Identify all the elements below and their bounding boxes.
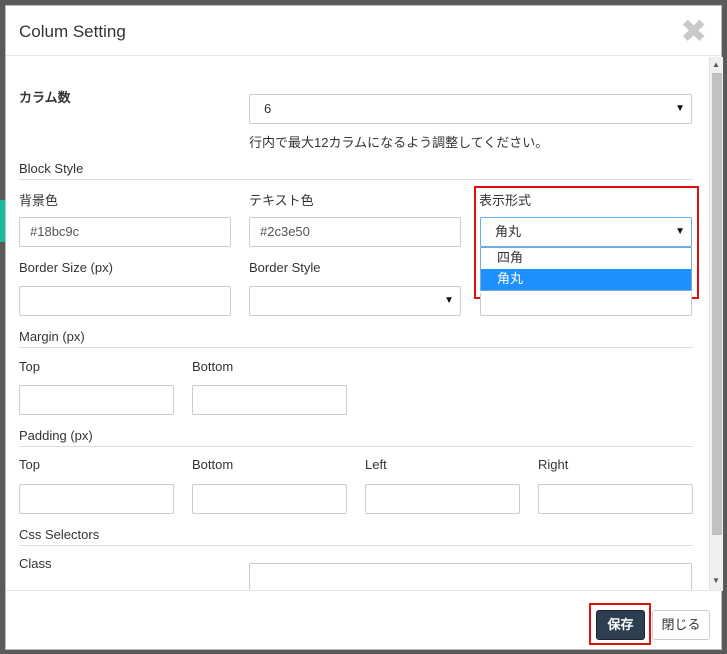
columns-select-value: 6 bbox=[264, 101, 272, 116]
highlight-box-save bbox=[589, 603, 651, 645]
divider bbox=[19, 347, 693, 348]
class-input[interactable] bbox=[249, 563, 692, 590]
columns-select[interactable]: 6 ▼ bbox=[249, 94, 692, 124]
padding-top-label: Top bbox=[19, 457, 40, 472]
scrollbar-thumb[interactable] bbox=[712, 73, 722, 535]
margin-top-input[interactable] bbox=[19, 385, 174, 415]
modal-title: Colum Setting bbox=[19, 22, 126, 41]
scroll-down-arrow-icon[interactable]: ▼ bbox=[712, 576, 720, 585]
text-color-input[interactable]: #2c3e50 bbox=[249, 217, 461, 247]
margin-top-label: Top bbox=[19, 359, 40, 374]
padding-bottom-input[interactable] bbox=[192, 484, 347, 514]
columns-help-text: 行内で最大12カラムになるよう調整してください。 bbox=[249, 135, 549, 150]
padding-bottom-label: Bottom bbox=[192, 457, 234, 472]
close-icon[interactable]: ✖ bbox=[680, 15, 707, 47]
padding-right-label: Right bbox=[538, 457, 569, 472]
padding-left-input[interactable] bbox=[365, 484, 520, 514]
bg-color-label: 背景色 bbox=[19, 193, 59, 208]
divider bbox=[19, 545, 693, 546]
chevron-down-icon: ▼ bbox=[444, 295, 454, 306]
highlight-box-display-style bbox=[474, 186, 699, 299]
chevron-down-icon: ▼ bbox=[675, 103, 685, 114]
padding-right-input[interactable] bbox=[538, 484, 693, 514]
margin-heading: Margin (px) bbox=[19, 329, 85, 344]
scroll-up-arrow-icon[interactable]: ▲ bbox=[712, 60, 720, 69]
padding-heading: Padding (px) bbox=[19, 428, 93, 443]
block-style-heading: Block Style bbox=[19, 161, 84, 176]
modal-header: Colum Setting ✖ bbox=[6, 6, 721, 56]
close-button[interactable]: 閉じる bbox=[652, 610, 710, 640]
modal-footer: 保存 閉じる bbox=[6, 590, 723, 651]
padding-top-input[interactable] bbox=[19, 484, 174, 514]
css-selectors-heading: Css Selectors bbox=[19, 527, 100, 542]
border-style-label: Border Style bbox=[249, 260, 321, 275]
modal-scrollbar[interactable]: ▲ ▼ bbox=[709, 57, 723, 590]
border-style-select[interactable]: ▼ bbox=[249, 286, 461, 316]
text-color-label: テキスト色 bbox=[249, 193, 314, 208]
border-size-input[interactable] bbox=[19, 286, 231, 316]
column-setting-modal: Colum Setting ✖ カラム数 6 ▼ 行内で最大12カラムになるよう… bbox=[5, 5, 723, 651]
divider bbox=[19, 179, 693, 180]
bg-color-input[interactable]: #18bc9c bbox=[19, 217, 231, 247]
border-size-label: Border Size (px) bbox=[19, 260, 113, 275]
hidden-field-input[interactable] bbox=[480, 293, 692, 316]
margin-bottom-input[interactable] bbox=[192, 385, 347, 415]
modal-body: カラム数 6 ▼ 行内で最大12カラムになるよう調整してください。 Block … bbox=[6, 57, 709, 590]
padding-left-label: Left bbox=[365, 457, 387, 472]
margin-bottom-label: Bottom bbox=[192, 359, 234, 374]
class-label: Class bbox=[19, 556, 52, 571]
divider bbox=[19, 446, 693, 447]
columns-label: カラム数 bbox=[19, 90, 71, 105]
